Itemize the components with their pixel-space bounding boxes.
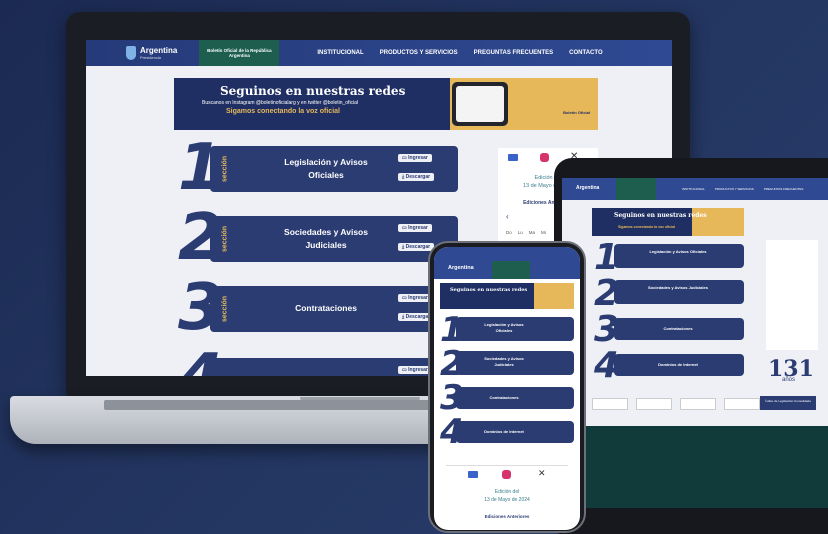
section-title: Legislación y Avisos Oficiales — [284, 157, 368, 180]
tablet-section-card-4[interactable]: Dominios de Internet — [614, 354, 744, 376]
phone-section-card-4[interactable]: Dominios de Internet — [456, 421, 574, 443]
descargar-button[interactable]: ⤓ Descargar — [398, 173, 435, 181]
section-card-3[interactable]: sección Contrataciones ▭ Ingresar ⤓ Desc… — [210, 286, 458, 332]
tablet-boletin-logo[interactable] — [616, 178, 656, 200]
section-title: Sociedades y Avisos Judiciales — [284, 227, 368, 250]
section-title: Contrataciones — [295, 303, 357, 313]
tablet-banner[interactable]: Seguinos en nuestras redes Sigamos conec… — [592, 208, 744, 236]
phone-edition-info[interactable]: Edición del 13 de Mayo de 2024 — [446, 488, 568, 504]
logo-sub: Presidencia — [140, 54, 161, 60]
banner-tagline: Sigamos conectando la voz oficial — [226, 108, 340, 115]
email-icon[interactable] — [508, 154, 518, 161]
phone-banner[interactable]: Seguinos en nuestras redes — [440, 283, 574, 309]
nav-contacto[interactable]: CONTACTO — [569, 50, 602, 56]
phone-section-card-1[interactable]: Legislación y Avisos Oficiales — [456, 317, 574, 341]
phone-section-card-3[interactable]: Contrataciones — [456, 387, 574, 409]
tablet-screen: Argentina INSTITUCIONAL PRODUCTOS Y SERVI… — [562, 178, 828, 508]
nav-preguntas[interactable]: PREGUNTAS FRECUENTES — [474, 50, 554, 56]
boletin-logo[interactable]: Boletín Oficial de la República Argentin… — [199, 40, 280, 66]
instagram-icon[interactable] — [540, 153, 549, 162]
instagram-icon[interactable] — [502, 470, 511, 479]
ingresar-button[interactable]: ▭ Ingresar — [398, 154, 432, 162]
argentina-logo[interactable]: Argentina Presidencia — [126, 46, 177, 60]
social-banner[interactable]: Seguinos en nuestras redes Buscanos en I… — [174, 78, 598, 130]
phone-screen: Argentina Seguinos en nuestras redes 1 L… — [434, 247, 580, 530]
tablet-side-panel — [766, 240, 818, 350]
banner-subtitle: Buscanos en Instagram @boletinoficialarg… — [202, 100, 359, 106]
section-card-1[interactable]: sección Legislación y Avisos Oficiales ▭… — [210, 146, 458, 192]
phone-section-card-2[interactable]: Sociedades y Avisos Judiciales — [456, 351, 574, 375]
section-card-4[interactable]: ▭ Ingresar — [210, 358, 458, 376]
tablet-section-card-1[interactable]: Legislación y Avisos Oficiales — [614, 244, 744, 268]
tablet-footer — [562, 426, 828, 508]
email-icon[interactable] — [468, 471, 478, 478]
calendar-weekdays: Do Lu Ma Mi — [506, 230, 546, 235]
tablet-section-card-3[interactable]: Contrataciones — [614, 318, 744, 340]
nav-institucional[interactable]: INSTITUCIONAL — [317, 50, 363, 56]
tablet-quick-links — [592, 398, 760, 410]
phone-logo[interactable]: Argentina — [448, 265, 474, 271]
banner-badge: Boletín Oficial — [563, 110, 590, 115]
tablet-header: Argentina INSTITUCIONAL PRODUCTOS Y SERVI… — [562, 178, 828, 200]
tablet-section-card-2[interactable]: Sociedades y Avisos Judiciales — [614, 280, 744, 304]
ingresar-button[interactable]: ▭ Ingresar — [398, 224, 432, 232]
x-icon[interactable]: ✕ — [538, 468, 546, 479]
section-label: sección — [221, 225, 229, 253]
shield-icon — [126, 46, 136, 60]
banner-title: Seguinos en nuestras redes — [220, 84, 406, 98]
tablet-logo[interactable]: Argentina — [576, 185, 599, 191]
logo-name: Argentina — [140, 45, 178, 55]
main-nav: INSTITUCIONAL PRODUCTOS Y SERVICIOS PREG… — [317, 50, 602, 56]
anniversary-label: años — [782, 377, 796, 383]
descargar-button[interactable]: ⤓ Descargar — [398, 243, 435, 251]
phone-boletin-logo[interactable] — [492, 261, 530, 279]
phone-edition-panel: ✕ Edición del 13 de Mayo de 2024 Edicion… — [446, 465, 568, 527]
chevron-left-icon[interactable]: ‹ — [506, 212, 509, 221]
phone-previous-editions: Ediciones Anteriores — [484, 514, 530, 519]
section-label: sección — [221, 295, 229, 323]
section-card-2[interactable]: sección Sociedades y Avisos Judiciales ▭… — [210, 216, 458, 262]
ingresar-button[interactable]: ▭ Ingresar — [398, 294, 432, 302]
ingresar-button[interactable]: ▭ Ingresar — [398, 366, 432, 374]
phone-header: Argentina — [434, 247, 580, 279]
tablet-nav: INSTITUCIONAL PRODUCTOS Y SERVICIOS PREGUN… — [682, 187, 804, 191]
nav-productos[interactable]: PRODUCTOS Y SERVICIOS — [380, 50, 458, 56]
site-header: Argentina Presidencia Boletín Oficial de… — [86, 40, 672, 66]
section-label: sección — [221, 155, 229, 183]
banner-phone-image — [452, 82, 508, 126]
legislacion-consolidada-button[interactable]: Índice de Legislación Consolidada — [760, 396, 816, 410]
